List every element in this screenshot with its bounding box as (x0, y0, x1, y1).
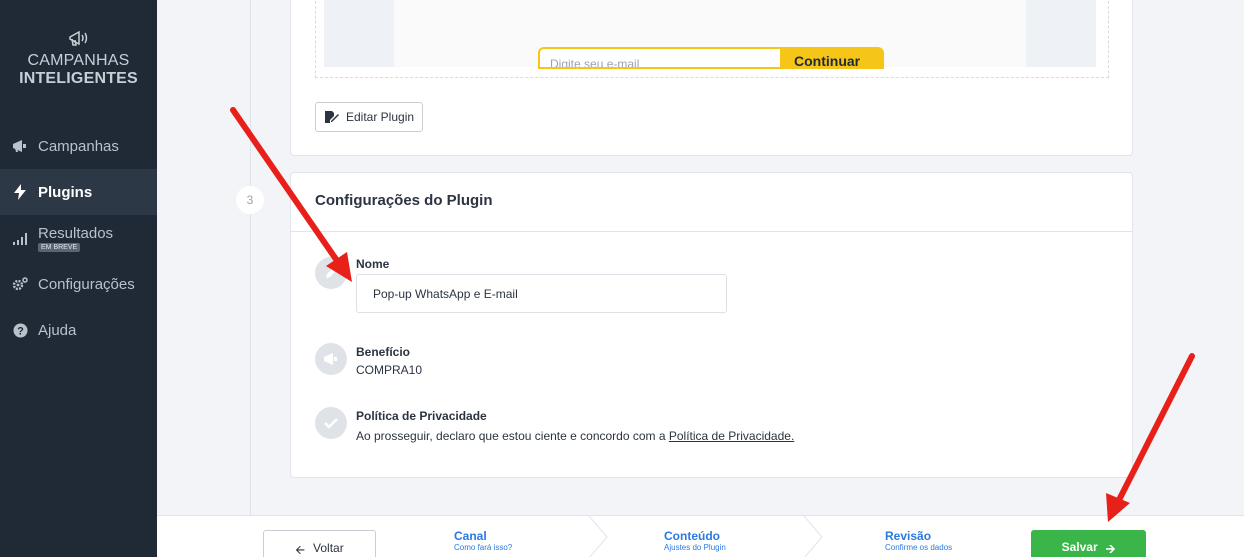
step-subtitle: Ajustes do Plugin (664, 543, 726, 552)
logo: CAMPANHAS INTELIGENTES (0, 0, 157, 88)
sidebar: CAMPANHAS INTELIGENTES Campanhas Plugins… (0, 0, 157, 557)
megaphone-icon (315, 343, 347, 375)
step-title: Conteúdo (664, 529, 720, 543)
save-label: Salvar (1061, 540, 1098, 554)
preview-continue-button: Continuar (780, 47, 884, 69)
back-label: Voltar (313, 541, 344, 555)
sidebar-item-ajuda[interactable]: ? Ajuda (0, 307, 157, 353)
name-label: Nome (356, 257, 390, 271)
sidebar-item-campanhas[interactable]: Campanhas (0, 123, 157, 169)
sidebar-item-label: Resultados (38, 224, 114, 242)
plugin-preview-frame: Digite seu e-mail Continuar (315, 0, 1109, 78)
sidebar-item-plugins[interactable]: Plugins (0, 169, 157, 215)
sidebar-item-label: Campanhas (38, 137, 119, 155)
svg-text:?: ? (17, 325, 24, 337)
coming-soon-badge: EM BREVE (38, 242, 81, 252)
preview-side-right (1026, 0, 1096, 67)
megaphone-logo-icon (68, 30, 87, 46)
plugin-preview-card: Digite seu e-mail Continuar Editar Plugi… (290, 0, 1133, 156)
back-button[interactable]: 🡨 Voltar (263, 530, 376, 557)
arrow-left-icon: 🡨 (295, 543, 306, 557)
lightning-icon (12, 184, 28, 200)
logo-line-1: CAMPANHAS (27, 52, 130, 69)
step-canal[interactable]: Canal Como fará isso? (454, 530, 512, 553)
privacy-label: Política de Privacidade (356, 409, 487, 423)
arrow-right-icon: 🡪 (1105, 542, 1116, 556)
step-subtitle: Como fará isso? (454, 543, 513, 552)
bar-chart-icon (12, 230, 28, 246)
sidebar-item-label: Ajuda (38, 321, 77, 339)
main-content: Digite seu e-mail Continuar Editar Plugi… (157, 0, 1244, 557)
plugin-settings-card: Configurações do Plugin Nome Benefício C… (290, 172, 1133, 478)
benefit-label: Benefício (356, 345, 411, 359)
edit-plugin-label: Editar Plugin (346, 110, 415, 124)
edit-document-icon (325, 111, 339, 123)
step-title: Canal (454, 529, 487, 543)
section-title: Configurações do Plugin (291, 173, 1132, 232)
plugin-name-input[interactable] (356, 274, 727, 313)
preview-side-left (324, 0, 394, 67)
step-separator (803, 516, 823, 557)
sidebar-item-label: Configurações (38, 275, 135, 293)
benefit-value: COMPRA10 (356, 363, 423, 377)
edit-plugin-button[interactable]: Editar Plugin (315, 102, 424, 132)
sidebar-nav: Campanhas Plugins Resultados EM BREVE Co… (0, 123, 157, 353)
privacy-text-row: Ao prosseguir, declaro que estou ciente … (356, 429, 794, 443)
step-subtitle: Confirme os dados (885, 543, 953, 552)
step-title: Revisão (885, 529, 932, 543)
pencil-icon (315, 257, 347, 289)
sidebar-item-configuracoes[interactable]: Configurações (0, 261, 157, 307)
step-number: 3 (236, 186, 264, 214)
privacy-policy-link[interactable]: Política de Privacidade. (669, 429, 794, 443)
check-icon (315, 407, 347, 439)
preview-email-input: Digite seu e-mail (538, 47, 780, 69)
steps-timeline (250, 0, 251, 515)
megaphone-icon (12, 138, 28, 154)
step-revisao[interactable]: Revisão Confirme os dados (885, 530, 952, 553)
step-conteudo[interactable]: Conteúdo Ajustes do Plugin (664, 530, 726, 553)
privacy-text: Ao prosseguir, declaro que estou ciente … (356, 429, 666, 443)
help-icon: ? (12, 322, 28, 338)
gears-icon (12, 276, 28, 292)
sidebar-item-label: Plugins (38, 183, 93, 201)
logo-line-2: INTELIGENTES (19, 70, 138, 87)
sidebar-item-resultados[interactable]: Resultados EM BREVE (0, 215, 157, 261)
bottom-nav-bar: 🡨 Voltar Canal Como fará isso? Conteúdo … (157, 515, 1244, 557)
save-button[interactable]: Salvar 🡪 (1031, 530, 1146, 557)
step-separator (588, 516, 608, 557)
